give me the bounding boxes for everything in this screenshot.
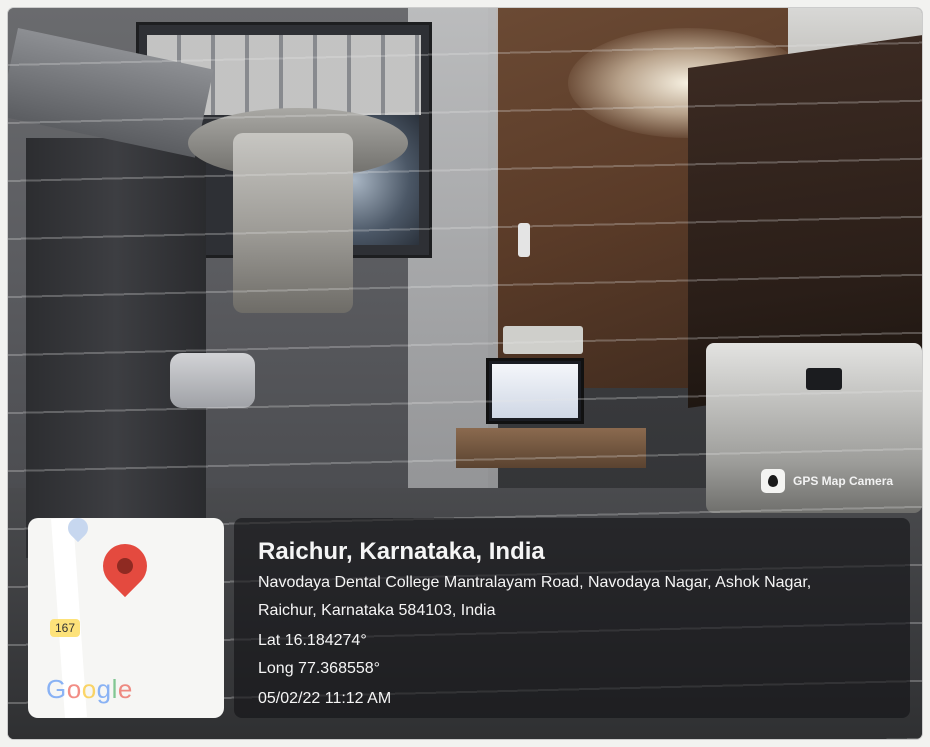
address-line-2: Raichur, Karnataka 584103, India [258,602,496,619]
map-pin-dot [113,554,137,578]
latitude: Lat 16.184274° [258,632,367,649]
google-logo: Google [46,674,133,704]
location-title: Raichur, Karnataka, India [258,538,545,565]
xray-machine-column [26,138,206,558]
location-info-panel: Raichur, Karnataka, India Navodaya Denta… [234,518,910,718]
printer-display [806,368,842,390]
timestamp: 05/02/22 11:12 AM [258,690,392,707]
xray-control-pad [170,353,255,408]
xray-machine-head [233,133,353,313]
monitor-screen [492,364,578,418]
map-pin-icon [93,534,157,598]
computer-monitor [486,358,584,424]
map-thumbnail[interactable]: 167 Google [28,518,224,718]
gps-map-camera-badge: GPS Map Camera [753,466,901,496]
address-line-1: Navodaya Dental College Mantralayam Road… [258,574,812,591]
computer-desk [456,428,646,468]
longitude: Long 77.368558° [258,660,381,677]
wall-switch [518,223,530,257]
power-outlet [503,326,583,354]
gps-map-camera-label: GPS Map Camera [793,474,894,488]
road-number-badge: 167 [50,619,81,637]
gps-map-camera-logo-icon [761,469,785,493]
